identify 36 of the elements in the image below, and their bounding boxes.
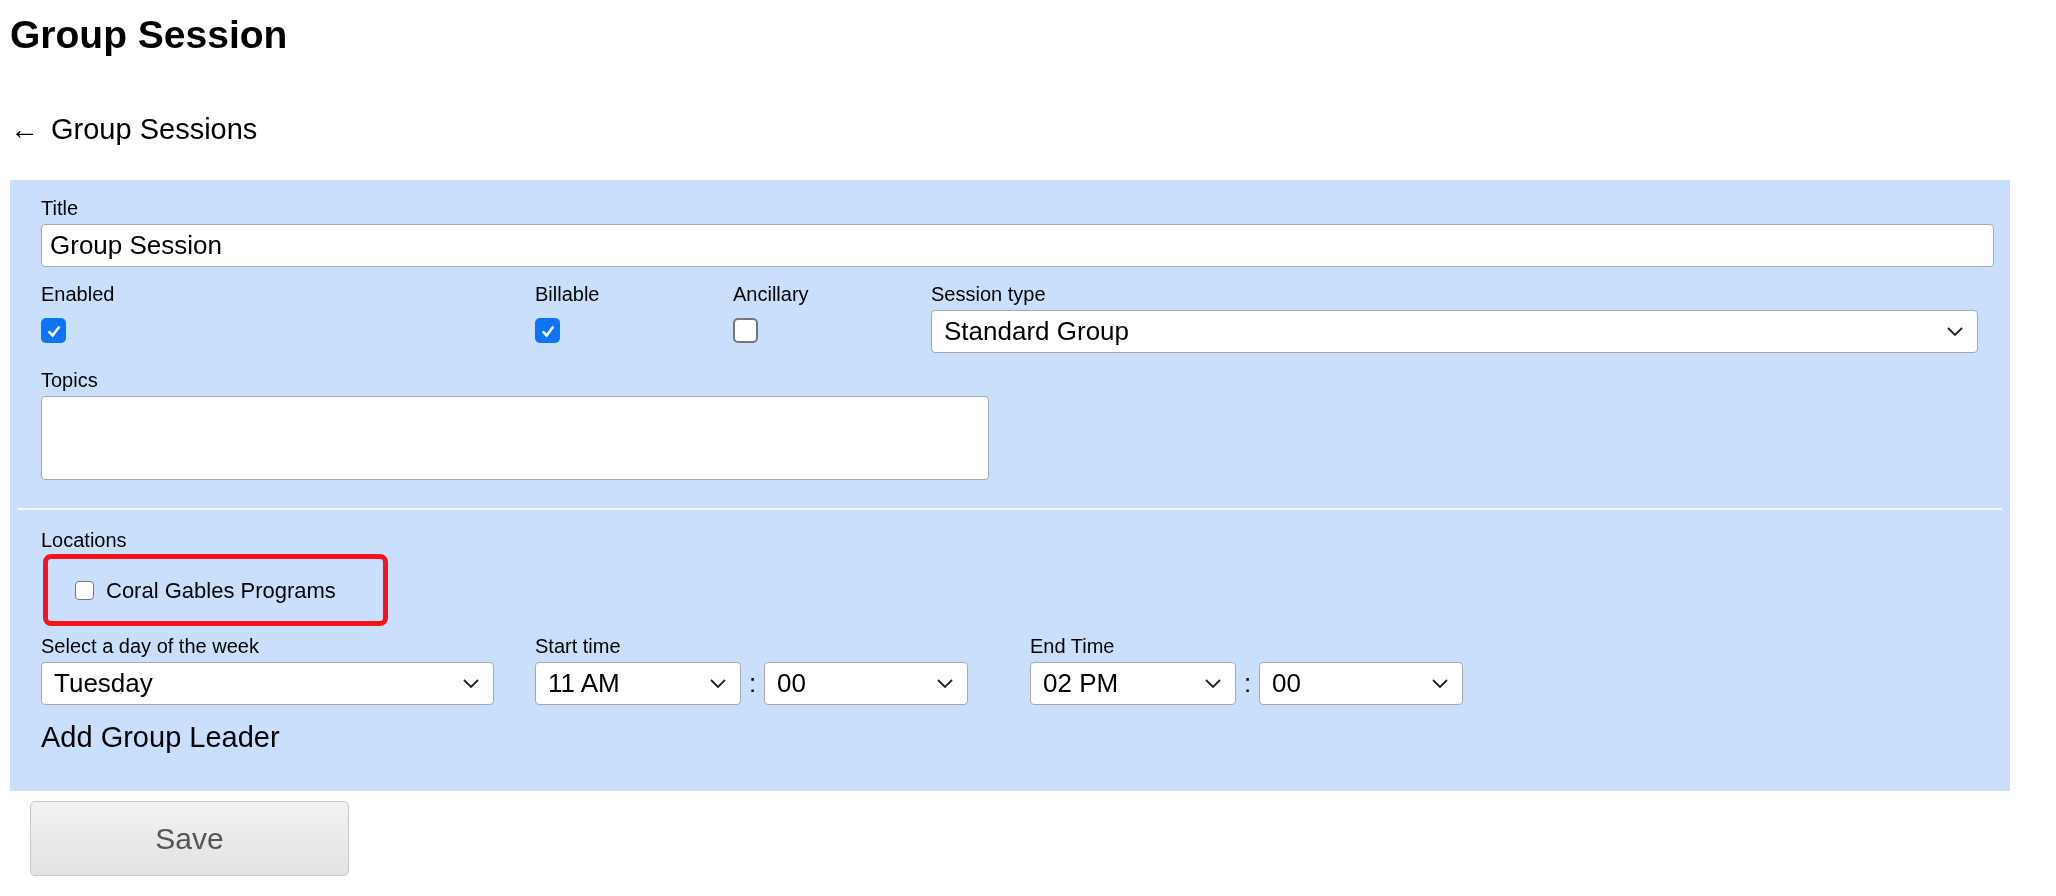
checkbox[interactable] — [41, 318, 66, 343]
checkbox[interactable] — [733, 318, 758, 343]
field-label: Enabled — [41, 282, 116, 306]
time-separator: : — [1242, 667, 1253, 700]
dropdown[interactable]: Tuesday — [41, 662, 494, 705]
topics-textarea[interactable] — [41, 396, 989, 480]
back-arrow-icon[interactable]: ← — [10, 112, 39, 146]
chevron-down-icon — [1947, 326, 1963, 337]
chevron-down-icon — [937, 678, 953, 689]
checkbox[interactable] — [75, 580, 94, 600]
dropdown[interactable]: 00 — [1259, 662, 1463, 705]
add-group-leader-link[interactable]: Add Group Leader — [10, 717, 2010, 757]
chevron-down-icon — [1432, 678, 1448, 689]
page-title: Group Session — [10, 12, 289, 58]
chevron-down-icon — [1205, 678, 1221, 689]
dropdown[interactable]: 11 AM — [535, 662, 741, 705]
field-label: Locations — [41, 528, 128, 552]
field-label: Select a day of the week — [41, 634, 260, 658]
field-label: Topics — [41, 368, 99, 392]
field-label: Ancillary — [733, 282, 810, 306]
title-input[interactable]: Group Session — [41, 224, 1994, 267]
field-label: Start time — [535, 634, 622, 658]
back-link[interactable]: Group Sessions — [51, 112, 258, 146]
checkbox[interactable] — [535, 318, 560, 343]
checkbox-label[interactable]: Coral Gables Programs — [106, 573, 336, 607]
chevron-down-icon — [710, 678, 726, 689]
field-label: Session type — [931, 282, 1047, 306]
save-button[interactable]: Save — [30, 801, 349, 876]
time-separator: : — [747, 667, 758, 700]
dropdown[interactable]: Standard Group — [931, 310, 1978, 353]
dropdown[interactable]: 02 PM — [1030, 662, 1236, 705]
field-label: Billable — [535, 282, 601, 306]
field-label: Title — [41, 196, 80, 220]
chevron-down-icon — [463, 678, 479, 689]
dropdown[interactable]: 00 — [764, 662, 968, 705]
field-label: End Time — [1030, 634, 1116, 658]
